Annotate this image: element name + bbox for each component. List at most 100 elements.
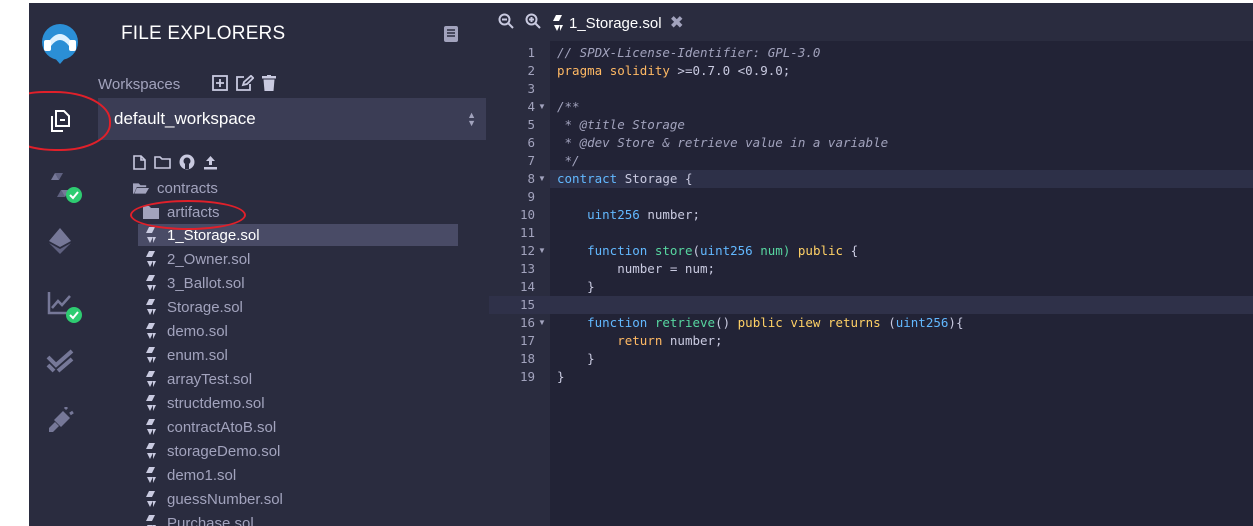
line-number: 15 (519, 297, 535, 312)
folder-icon (143, 204, 159, 220)
code-line: number = num; (557, 261, 716, 276)
workspace-actions (212, 74, 276, 96)
logo-icon[interactable] (29, 13, 91, 73)
line-number: 10 (519, 207, 535, 222)
file-explorer-actions (133, 154, 218, 175)
zoom-out-icon[interactable] (498, 13, 514, 34)
tree-file-3-ballot[interactable]: 3_Ballot.sol (143, 272, 245, 294)
delete-workspace-icon[interactable] (262, 75, 276, 96)
line-number: 18 (519, 351, 535, 366)
plugin-manager-icon[interactable] (29, 395, 91, 447)
line-number: 8 (527, 171, 535, 186)
tree-file-guessnumber[interactable]: guessNumber.sol (143, 488, 283, 510)
solidity-compiler-icon[interactable] (29, 159, 91, 211)
tree-file-label: contractAtoB.sol (167, 418, 277, 436)
solidity-file-icon (143, 227, 159, 243)
tree-folder-label: contracts (157, 179, 218, 197)
tree-file-2-owner[interactable]: 2_Owner.sol (143, 248, 250, 270)
tree-file-enum[interactable]: enum.sol (143, 344, 228, 366)
upload-icon[interactable] (203, 155, 218, 175)
code-line: pragma solidity >=0.7.0 <0.9.0; (557, 63, 791, 78)
line-number: 11 (519, 225, 535, 240)
tree-file-label: Storage.sol (167, 298, 243, 316)
create-workspace-icon[interactable] (212, 75, 228, 96)
folder-open-icon (133, 180, 149, 196)
workspace-select[interactable]: default_workspace ▲ ▼ (98, 98, 486, 140)
select-caret-icon: ▲ ▼ (467, 110, 476, 128)
code-line: */ (557, 153, 580, 168)
panel-title: FILE EXPLORERS (121, 23, 286, 44)
close-tab-icon[interactable]: ✖ (670, 13, 684, 33)
tree-file-contractatob[interactable]: contractAtoB.sol (143, 416, 276, 438)
check-badge-icon (66, 307, 82, 323)
rename-workspace-icon[interactable] (236, 74, 255, 96)
solidity-file-icon (143, 467, 159, 483)
tree-file-1-storage[interactable]: 1_Storage.sol (138, 224, 458, 246)
tab-1-storage[interactable]: 1_Storage.sol ✖ (553, 11, 684, 35)
solidity-file-icon (143, 275, 159, 291)
line-number: 13 (519, 261, 535, 276)
code-line: } (557, 351, 595, 366)
solidity-file-icon (143, 251, 159, 267)
tree-file-demo[interactable]: demo.sol (143, 320, 228, 342)
deploy-run-icon[interactable] (29, 215, 91, 267)
line-number: 3 (527, 81, 535, 96)
solidity-file-icon (143, 491, 159, 507)
tree-file-structdemo[interactable]: structdemo.sol (143, 392, 265, 414)
tree-file-label: arrayTest.sol (167, 370, 253, 388)
solidity-file-icon (143, 443, 159, 459)
solidity-file-icon (143, 419, 159, 435)
new-folder-icon[interactable] (154, 155, 171, 174)
file-explorers-icon[interactable] (29, 95, 91, 147)
solidity-file-icon (553, 15, 563, 31)
code-line: contract Storage { (557, 171, 693, 186)
fold-toggle-icon[interactable]: ▼ (538, 98, 546, 116)
analysis-icon[interactable] (29, 277, 91, 329)
fold-toggle-icon[interactable]: ▼ (538, 170, 546, 188)
fold-toggle-icon[interactable]: ▼ (538, 314, 546, 332)
tree-file-arraytest[interactable]: arrayTest.sol (143, 368, 252, 390)
code-line: // SPDX-License-Identifier: GPL-3.0 (557, 45, 821, 60)
tree-file-label: guessNumber.sol (167, 490, 283, 508)
line-number: 17 (519, 333, 535, 348)
code-line: } (557, 369, 565, 384)
tree-file-storage[interactable]: Storage.sol (143, 296, 243, 318)
testing-icon[interactable] (29, 335, 91, 387)
line-number: 12 (519, 243, 535, 258)
solidity-file-icon (143, 323, 159, 339)
github-icon[interactable] (179, 154, 195, 175)
tree-file-label: demo.sol (167, 322, 228, 340)
tab-label: 1_Storage.sol (569, 14, 662, 32)
tree-file-label: enum.sol (167, 346, 228, 364)
cursor-line (489, 296, 1253, 314)
check-badge-icon (66, 187, 82, 203)
file-explorers-panel: FILE EXPLORERS Workspaces default_worksp… (91, 3, 490, 526)
line-number: 14 (519, 279, 535, 294)
workspace-select-value: default_workspace (114, 109, 256, 128)
line-number: 6 (527, 135, 535, 150)
documentation-icon[interactable] (443, 25, 459, 48)
tree-folder-label: artifacts (167, 203, 220, 221)
code-line: * @title Storage (557, 117, 685, 132)
tree-file-storagedemo[interactable]: storageDemo.sol (143, 440, 280, 462)
solidity-file-icon (143, 395, 159, 411)
tree-file-label: structdemo.sol (167, 394, 265, 412)
line-number: 4 (527, 99, 535, 114)
tree-file-label: demo1.sol (167, 466, 237, 484)
line-number: 19 (519, 369, 535, 384)
tree-folder-artifacts[interactable]: artifacts (143, 201, 220, 223)
tree-folder-contracts[interactable]: contracts (133, 177, 218, 199)
fold-toggle-icon[interactable]: ▼ (538, 242, 546, 260)
line-number: 1 (527, 45, 535, 60)
line-number: 2 (527, 63, 535, 78)
solidity-file-icon (143, 299, 159, 315)
code-line: function store(uint256 num) public { (587, 243, 859, 258)
tree-file-demo1[interactable]: demo1.sol (143, 464, 236, 486)
tree-file-label: Purchase.sol (167, 514, 254, 526)
tree-file-purchase[interactable]: Purchase.sol (143, 512, 254, 526)
code-line: } (557, 279, 595, 294)
solidity-file-icon (143, 371, 159, 387)
zoom-in-icon[interactable] (525, 13, 541, 34)
code-line: function retrieve() public view returns … (587, 315, 964, 330)
new-file-icon[interactable] (133, 154, 146, 175)
